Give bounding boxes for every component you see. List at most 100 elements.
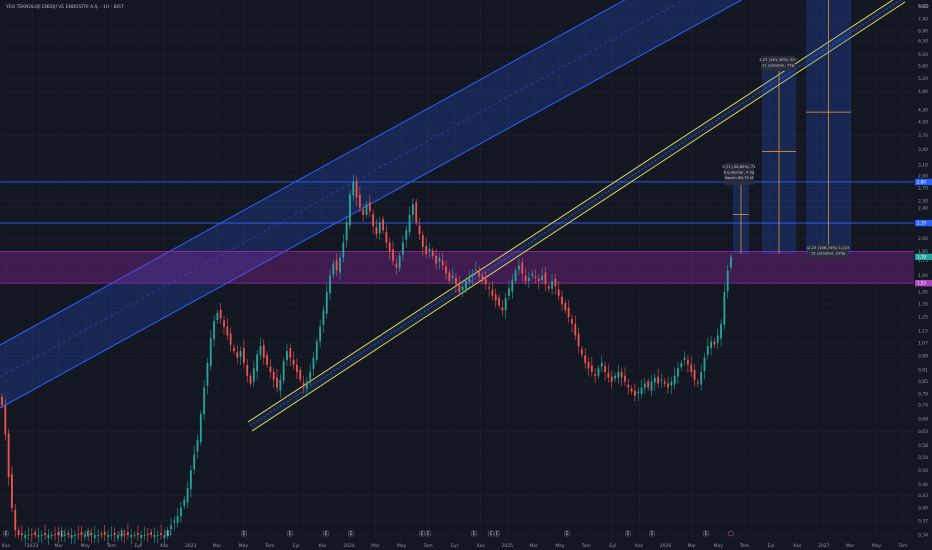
candle-body [451, 275, 454, 278]
candle-body [521, 262, 524, 274]
x-tick-label: Eyl [451, 543, 458, 549]
candle-body [690, 364, 693, 373]
candle-body [193, 454, 196, 470]
candle-body [309, 372, 312, 381]
x-tick-label: Mar [846, 543, 855, 549]
candle-body [561, 296, 563, 305]
time-axis[interactable]: Kas 2023 Mar May Tem Eyl Kas 2023 Mar May Tem Eyl Ka… [2, 543, 908, 549]
candle-body [372, 214, 375, 227]
candle-body [421, 235, 424, 247]
candle-body [388, 242, 391, 252]
candle-body [345, 222, 348, 241]
y-tick-label: 4,80 [918, 89, 928, 95]
x-tick-label: Mar [529, 543, 538, 549]
candle-body [405, 230, 408, 240]
candle-body [146, 533, 149, 536]
candle-body [395, 263, 398, 268]
candle-body [504, 298, 507, 311]
candle-body [726, 270, 729, 292]
candle-body [100, 533, 103, 536]
x-tick-label: Kas [319, 543, 328, 549]
candle-body [554, 278, 557, 287]
candle-body [50, 535, 53, 537]
candle-body [723, 292, 726, 325]
event-markers[interactable]: EEEEEEEEEEEEEEEEEE [3, 530, 734, 537]
candle-body [262, 345, 265, 358]
candle-body [90, 533, 93, 536]
x-tick-label: Kas [2, 543, 11, 549]
candle-body [455, 277, 457, 285]
candle-body [352, 181, 355, 196]
candle-body [223, 320, 225, 327]
candle-body [647, 381, 650, 388]
x-tick-label: Tem [739, 543, 749, 549]
candle-body [508, 288, 510, 297]
candle-body [720, 323, 722, 339]
price-axis[interactable]: 8,007,406,906,506,005,605,204,804,304,00… [915, 4, 932, 539]
annotation-text: 6 çubuklar, 4 5g [724, 170, 756, 175]
candle-body [286, 351, 288, 361]
candle-body [435, 255, 437, 264]
candle-body [117, 535, 119, 539]
candle-body [113, 533, 116, 536]
candle-body [411, 204, 414, 215]
x-tick-label: Eyl [293, 543, 300, 549]
candle-body [130, 535, 133, 538]
candle-body [696, 382, 699, 384]
candle-body [4, 405, 7, 435]
candle-body [312, 357, 315, 370]
candle-body [329, 275, 331, 294]
candle-body [246, 364, 249, 376]
y-tick-label: 0,43 [918, 493, 928, 499]
candle-body [630, 388, 633, 392]
candle-body [150, 532, 153, 536]
candle-body [660, 379, 663, 381]
y-tick-label: 1,07 [918, 341, 928, 347]
candle-body [219, 310, 222, 319]
y-tick-label: 4,00 [918, 120, 928, 126]
candle-body [269, 366, 272, 373]
purple-zone[interactable] [0, 250, 914, 284]
y-tick-label: 0,50 [918, 468, 928, 474]
y-tick-label: 1,60 [918, 273, 928, 279]
projection-boxes[interactable] [733, 0, 851, 255]
x-tick-label: Eyl [768, 543, 775, 549]
x-tick-label: Tem [423, 543, 433, 549]
candle-body [448, 272, 451, 281]
x-tick-label: May [80, 543, 90, 549]
y-tick-label: 3,70 [918, 133, 928, 139]
candle-body [590, 365, 593, 373]
candle-body [170, 525, 172, 530]
candle-body [730, 256, 732, 268]
candle-body [392, 249, 394, 261]
candle-body [488, 287, 491, 289]
candle-body [17, 530, 20, 536]
candle-body [478, 271, 481, 276]
y-tick-label: 2,70 [918, 186, 928, 192]
candle-body [574, 323, 577, 336]
y-tick-label: 0,63 [918, 429, 928, 435]
candle-body [335, 260, 338, 271]
candle-body [249, 375, 252, 384]
candle-body [40, 535, 43, 536]
candle-body [534, 276, 537, 278]
candle-body [7, 433, 10, 478]
candle-body [402, 242, 404, 255]
price-chart[interactable]: 0,71 (34,65%) 716 çubuklar, 4 5gHacim 68… [0, 0, 932, 550]
candle-body [557, 289, 560, 296]
candle-body [700, 372, 703, 385]
candle-body [332, 263, 335, 275]
price-badge-label: 2,80 [917, 179, 926, 184]
candle-body [156, 535, 159, 536]
candle-body [577, 333, 580, 347]
y-tick-label: 4,30 [918, 108, 928, 114]
candle-body [597, 368, 600, 376]
candle-body [176, 516, 179, 523]
candle-body [544, 272, 547, 285]
x-tick-label: Mar [371, 543, 380, 549]
candle-body [594, 374, 597, 376]
candle-body [77, 533, 80, 536]
candle-body [233, 347, 235, 352]
candle-body [418, 225, 421, 235]
candle-body [680, 362, 683, 368]
